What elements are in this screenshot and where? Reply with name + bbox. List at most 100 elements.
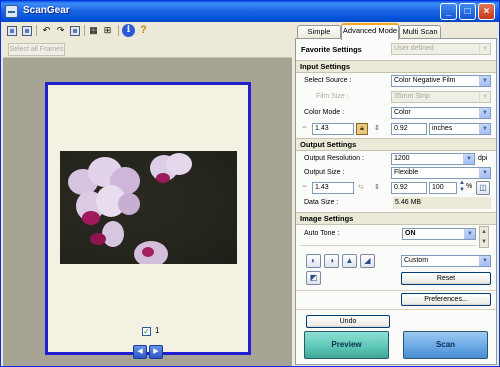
width-icon: ⇔: [301, 183, 308, 190]
toolbar-divider: [118, 25, 119, 36]
auto-tone-value: ON: [405, 230, 416, 237]
tab-simple-mode[interactable]: Simple Mode: [297, 25, 341, 48]
window-title: ScanGear: [23, 5, 70, 16]
output-height-field[interactable]: 0.92: [391, 182, 427, 194]
aspect-lock-icon[interactable]: 🔒︎: [356, 123, 368, 135]
preview-area: ✓ 1 ◀ ▶: [3, 58, 292, 366]
output-resolution-label: Output Resolution :: [304, 155, 364, 162]
width-icon: ⇔: [301, 124, 308, 131]
whole-image-icon[interactable]: ⊞: [101, 24, 114, 37]
input-height-field[interactable]: 0.92: [391, 123, 427, 135]
next-frame-button[interactable]: ▶: [149, 345, 163, 359]
frame-checkbox[interactable]: ✓: [142, 327, 151, 336]
divider: [296, 290, 496, 291]
image-settings-scrollbar[interactable]: ▲ ▼: [479, 226, 489, 248]
chevron-down-icon: ▼: [479, 168, 490, 178]
scanned-orchid-photo[interactable]: [60, 151, 237, 264]
chevron-down-icon: ▼: [479, 44, 490, 54]
output-resolution-value: 1200: [394, 155, 410, 162]
chevron-down-icon: ▼: [479, 108, 490, 118]
tone-preset-value: Custom: [404, 257, 429, 264]
scangear-window: ScanGear _ □ × ↶ ↷ ▦ ⊞ i ? Select all Fr…: [0, 0, 500, 367]
divider: [296, 309, 496, 310]
reset-button[interactable]: Reset: [401, 272, 491, 285]
dpi-unit-label: dpi: [478, 155, 488, 162]
scan-button[interactable]: Scan: [403, 331, 488, 359]
select-all-frames-button[interactable]: Select all Frames: [8, 43, 65, 56]
data-size-label: Data Size :: [304, 199, 339, 206]
brightness-contrast-icon[interactable]: ◐: [306, 254, 321, 268]
help-icon[interactable]: ?: [137, 24, 150, 37]
output-scale-field[interactable]: 100: [429, 182, 457, 194]
output-size-value: Flexible: [394, 169, 419, 176]
output-size-label: Output Size :: [304, 169, 345, 176]
toolbar-divider: [84, 25, 85, 36]
output-width-field[interactable]: 1.43: [312, 182, 354, 194]
favorite-settings-dropdown[interactable]: User defined ▼: [391, 43, 491, 55]
select-source-value: Color Negative Film: [394, 77, 456, 84]
favorite-settings-value: User defined: [394, 45, 434, 52]
auto-tone-label: Auto Tone :: [304, 230, 340, 237]
mode-tabs: Simple Mode Advanced Mode Multi Scan: [295, 23, 499, 48]
select-source-label: Select Source :: [304, 77, 352, 84]
unit-dropdown[interactable]: inches ▼: [429, 123, 491, 135]
scanner-app-icon: [5, 5, 18, 18]
color-mode-dropdown[interactable]: Color ▼: [391, 107, 491, 119]
title-bar[interactable]: ScanGear _ □ ×: [1, 1, 499, 22]
output-size-dropdown[interactable]: Flexible ▼: [391, 167, 491, 179]
tone-preset-dropdown[interactable]: Custom ▼: [401, 255, 491, 267]
chevron-down-icon: ▼: [464, 229, 475, 239]
output-settings-heading[interactable]: Output Settings: [296, 138, 496, 151]
thumbnail-icon[interactable]: ▦: [87, 24, 100, 37]
select-source-dropdown[interactable]: Color Negative Film ▼: [391, 75, 491, 87]
color-mode-value: Color: [394, 109, 411, 116]
film-size-value: 35mm Strip: [394, 93, 430, 100]
invert-icon[interactable]: [68, 24, 81, 37]
preview-button[interactable]: Preview: [304, 331, 389, 359]
output-size-settings-icon[interactable]: ◫: [476, 181, 490, 195]
preview-toolbar: Select all Frames: [3, 40, 292, 58]
chevron-down-icon: ▼: [479, 124, 490, 134]
previous-frame-button[interactable]: ◀: [133, 345, 147, 359]
frame-number: 1: [155, 326, 160, 335]
film-size-label: Film Size :: [316, 93, 349, 100]
unit-value: inches: [432, 125, 453, 132]
percent-label: %: [466, 183, 473, 190]
chevron-down-icon: ▼: [479, 76, 490, 86]
chevron-down-icon: ▼: [479, 92, 490, 102]
height-icon: ⇕: [374, 184, 380, 191]
output-resolution-dropdown[interactable]: 1200 ▼: [391, 153, 475, 165]
preferences-button[interactable]: Preferences...: [401, 293, 491, 306]
image-settings-heading[interactable]: Image Settings: [296, 212, 496, 225]
rotate-right-icon[interactable]: ↷: [54, 24, 67, 37]
height-icon: ⇕: [374, 125, 380, 132]
frame-icon[interactable]: [20, 24, 33, 37]
chevron-down-icon: ▼: [479, 256, 490, 266]
link-icon: ⇆: [358, 184, 364, 191]
close-button[interactable]: ×: [478, 3, 495, 20]
auto-tone-dropdown[interactable]: ON ▼: [402, 228, 476, 240]
info-icon[interactable]: i: [122, 24, 135, 37]
tab-multi-scan[interactable]: Multi Scan: [399, 25, 441, 39]
favorite-settings-label: Favorite Settings: [301, 45, 362, 54]
histogram-icon[interactable]: ◑: [324, 254, 339, 268]
threshold-icon[interactable]: ◩: [306, 271, 321, 285]
settings-panel: Favorite Settings User defined ▼ Input S…: [295, 38, 497, 365]
undo-button[interactable]: Undo: [306, 315, 390, 328]
toolbar-divider: [36, 25, 37, 36]
rotate-left-icon[interactable]: ↶: [40, 24, 53, 37]
data-size-value: 5.46 MB: [393, 197, 491, 209]
divider: [300, 245, 476, 246]
film-size-dropdown[interactable]: 35mm Strip ▼: [391, 91, 491, 103]
scale-spinner[interactable]: ▲ ▼: [459, 180, 465, 194]
maximize-button[interactable]: □: [459, 3, 476, 20]
tone-curve-icon[interactable]: ▲: [342, 254, 357, 268]
input-width-field[interactable]: 1.43: [312, 123, 354, 135]
preview-frame[interactable]: [45, 82, 251, 355]
minimize-button[interactable]: _: [440, 3, 457, 20]
final-review-icon[interactable]: ◢: [360, 254, 375, 268]
color-mode-label: Color Mode :: [304, 109, 345, 116]
input-settings-heading[interactable]: Input Settings: [296, 60, 496, 73]
tab-advanced-mode[interactable]: Advanced Mode: [341, 23, 399, 40]
multi-crop-icon[interactable]: [5, 24, 18, 37]
